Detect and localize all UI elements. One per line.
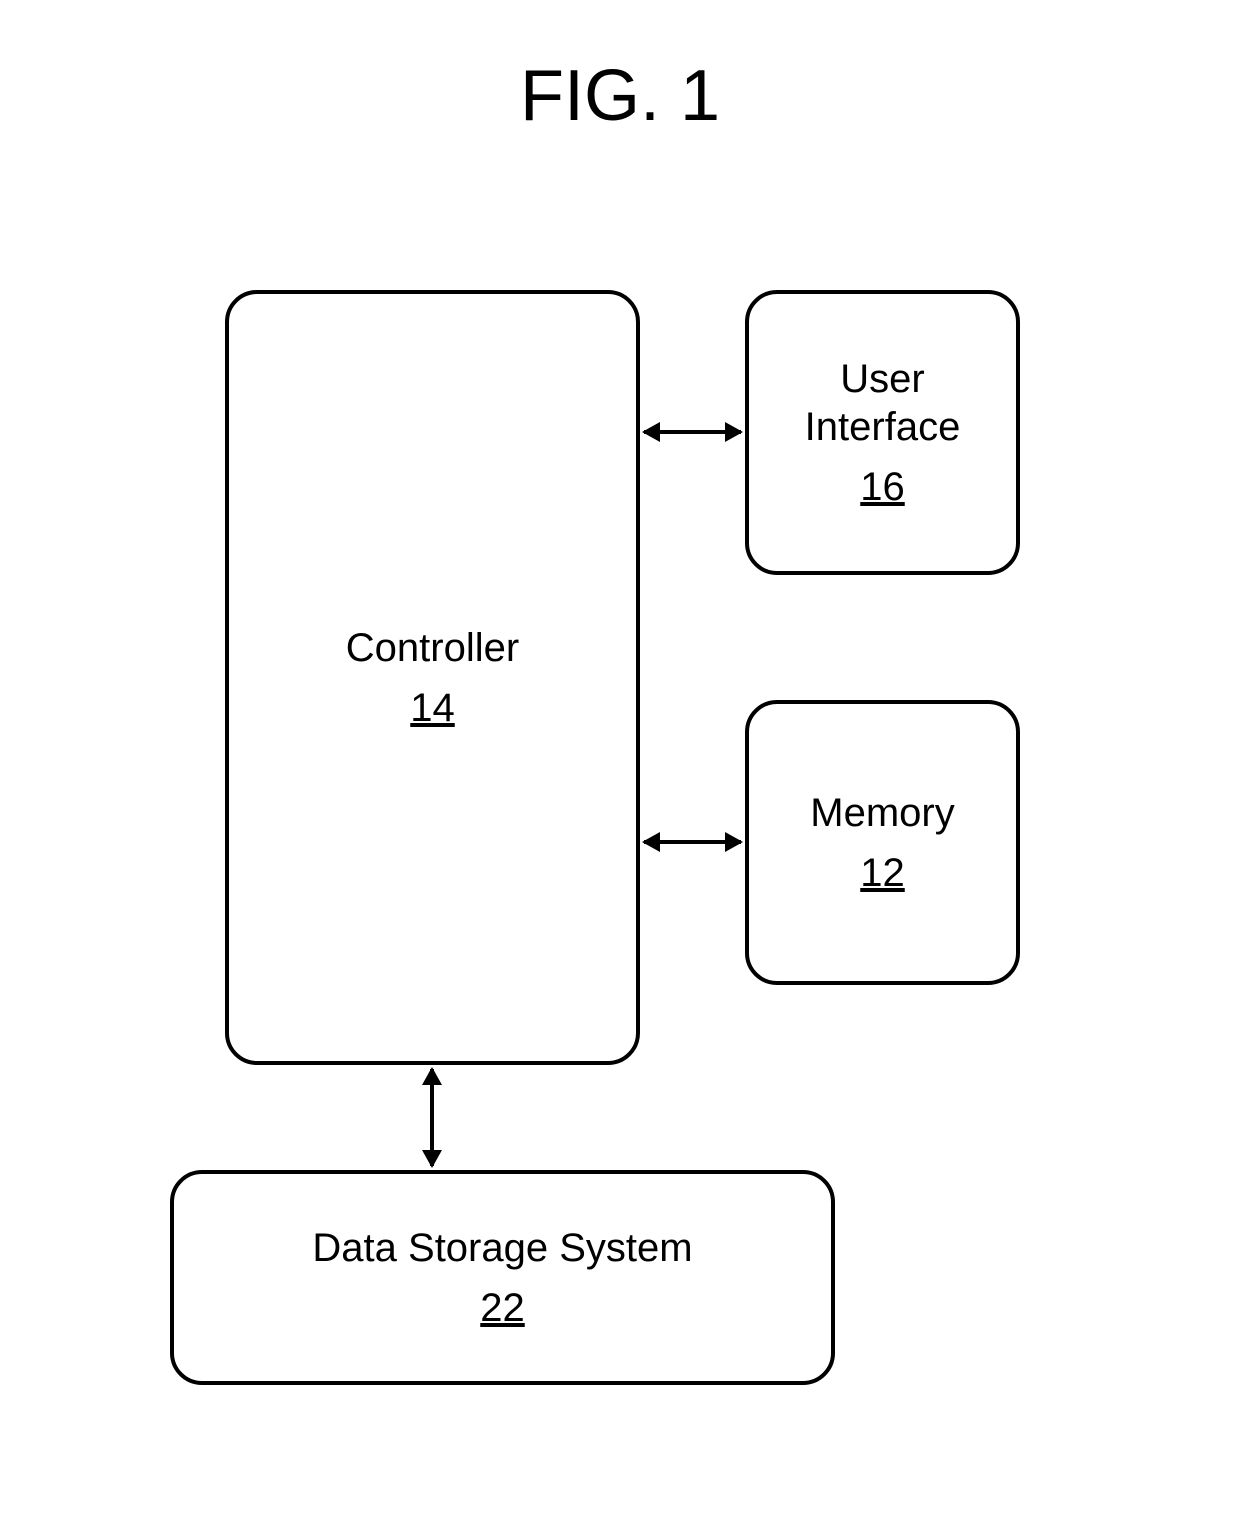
user-interface-label-line1: User — [840, 355, 924, 403]
memory-ref: 12 — [860, 851, 905, 896]
data-storage-ref: 22 — [480, 1286, 525, 1331]
diagram-canvas: FIG. 1 Controller 14 User Interface 16 M… — [0, 0, 1240, 1517]
controller-label: Controller — [346, 624, 519, 672]
controller-block: Controller 14 — [225, 290, 640, 1065]
data-storage-label: Data Storage System — [312, 1224, 692, 1272]
arrow-controller-datastorage — [430, 1069, 434, 1166]
figure-title: FIG. 1 — [0, 55, 1240, 137]
controller-ref: 14 — [410, 686, 455, 731]
user-interface-block: User Interface 16 — [745, 290, 1020, 575]
memory-label: Memory — [810, 789, 954, 837]
arrow-controller-userinterface — [644, 430, 741, 434]
memory-block: Memory 12 — [745, 700, 1020, 985]
arrow-controller-memory — [644, 840, 741, 844]
data-storage-block: Data Storage System 22 — [170, 1170, 835, 1385]
user-interface-ref: 16 — [860, 465, 905, 510]
user-interface-label-line2: Interface — [805, 403, 961, 451]
